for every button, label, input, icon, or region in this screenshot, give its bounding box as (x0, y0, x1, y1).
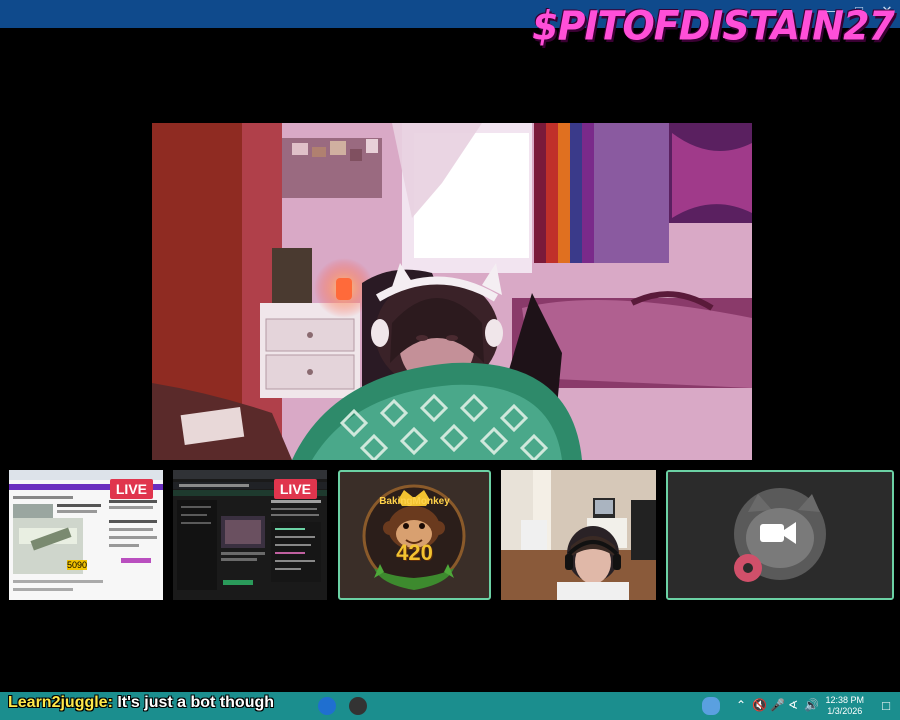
notification-icon[interactable]: □ (882, 698, 890, 713)
screen-tally: 5090 (67, 560, 88, 570)
system-clock[interactable]: 12:38 PM 1/3/2026 (825, 695, 864, 717)
main-video-feed[interactable] (152, 123, 752, 460)
main-video-image (152, 123, 752, 460)
tile-webcam-guest[interactable] (501, 470, 656, 600)
live-badge: LIVE (109, 479, 153, 499)
clock-time: 12:38 PM (825, 695, 864, 705)
bakingmonkey-logo-number: 420 (396, 540, 433, 565)
camera-off-avatar (668, 472, 892, 598)
bakingmonkey-logo (362, 484, 466, 590)
chat-text: It's just a bot though (112, 694, 275, 711)
webcam-guest-image (501, 470, 656, 600)
volume-icon[interactable]: 🔊 (804, 698, 819, 712)
tile-camera-off[interactable] (666, 470, 894, 600)
microphone-icon[interactable]: 🎤 (770, 698, 785, 712)
chat-overlay-message: Learn2juggle: It's just a bot though (8, 694, 274, 712)
windows-taskbar: ⌃ 🔇 🎤 ∢ 🔊 12:38 PM 1/3/2026 □ Learn2jugg… (0, 692, 900, 720)
tile-screen-share-1[interactable]: 5090 LIVE (9, 470, 163, 600)
network-icon[interactable]: ∢ (788, 698, 798, 712)
tile-bakingmonkey[interactable]: BakingMonkey 420 (338, 470, 491, 600)
participant-tiles: 5090 LIVE LIVE BakingMonkey 420 (0, 470, 900, 602)
chat-username: Learn2juggle: (8, 694, 113, 711)
cloud-icon[interactable] (702, 697, 720, 715)
speaker-muted-icon[interactable]: 🔇 (752, 698, 767, 712)
chevron-up-icon[interactable]: ⌃ (736, 698, 746, 712)
live-badge: LIVE (273, 479, 317, 499)
streamer-name-overlay: $PITOFDISTAIN27 (532, 2, 895, 50)
clock-date: 1/3/2026 (827, 706, 863, 716)
tile-screen-share-2[interactable]: LIVE (173, 470, 327, 600)
bakingmonkey-logo-title: BakingMonkey (379, 496, 450, 507)
edge-icon[interactable] (318, 697, 336, 715)
obs-icon[interactable] (349, 697, 367, 715)
